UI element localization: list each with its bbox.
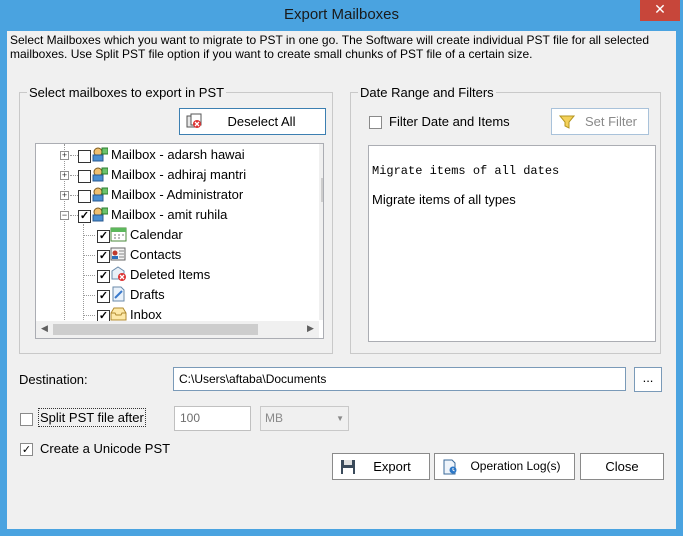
mailbox-icon [92, 207, 108, 222]
tree-horizontal-scrollbar[interactable]: ◀ ▶ [36, 321, 319, 338]
window-close-button[interactable]: ✕ [640, 0, 680, 21]
save-icon [341, 460, 355, 474]
mailbox-icon [92, 187, 108, 202]
folder-checkbox-checked[interactable]: ✓ [97, 230, 110, 243]
log-icon [443, 459, 457, 475]
split-pst-label: Split PST file after [38, 408, 146, 427]
window-title: Export Mailboxes [283, 6, 400, 23]
mailbox-checkbox[interactable] [78, 190, 91, 203]
contacts-icon [110, 247, 126, 261]
filters-groupbox: Date Range and Filters Filter Date and I… [350, 85, 661, 354]
split-unit-value: MB [265, 411, 283, 425]
mailbox-checkbox[interactable] [78, 150, 91, 163]
funnel-icon [559, 115, 575, 129]
folder-checkbox-checked[interactable]: ✓ [97, 290, 110, 303]
calendar-icon [110, 227, 127, 242]
scroll-left-icon[interactable]: ◀ [36, 321, 53, 338]
mailboxes-groupbox: Select mailboxes to export in PST Desele… [19, 85, 333, 354]
tree-row-adhiraj-mantri[interactable]: + Mailbox - adhiraj mantri [36, 165, 319, 185]
split-unit-select[interactable]: MB ▼ [260, 406, 349, 431]
browse-button[interactable]: ... [634, 367, 662, 392]
split-pst-checkbox[interactable] [20, 413, 33, 426]
tree-vertical-scrollbar[interactable]: ▲ ▼ [319, 144, 323, 320]
deleted-items-icon [111, 266, 126, 281]
tree-row-label: Mailbox - Administrator [111, 187, 244, 202]
tree-row-calendar[interactable]: ✓ Calendar [36, 225, 319, 245]
tree-row-label: Calendar [130, 227, 183, 242]
instructions-text: Select Mailboxes which you want to migra… [10, 33, 649, 61]
filter-date-label: Filter Date and Items [389, 114, 510, 129]
mailbox-icon [92, 147, 108, 162]
mailbox-checkbox-checked[interactable]: ✓ [78, 210, 91, 223]
tree-row-label: Mailbox - adhiraj mantri [111, 167, 247, 182]
tree-row-drafts[interactable]: ✓ Drafts [36, 285, 319, 305]
close-button[interactable]: Close [580, 453, 664, 480]
destination-path-field[interactable]: C:\Users\aftaba\Documents [173, 367, 626, 391]
tree-row-administrator[interactable]: + Mailbox - Administrator [36, 185, 319, 205]
split-size-field[interactable]: 100 [174, 406, 251, 431]
export-label: Export [373, 459, 411, 474]
inbox-icon [110, 307, 127, 321]
chevron-down-icon: ▼ [336, 414, 344, 423]
tree-row-label: Drafts [130, 287, 165, 302]
scroll-thumb[interactable] [321, 178, 323, 202]
mailbox-checkbox[interactable] [78, 170, 91, 183]
unicode-pst-checkbox[interactable]: ✓ [20, 443, 33, 456]
export-button[interactable]: Export [332, 453, 430, 480]
tree-row-label: Mailbox - adarsh hawai [111, 147, 245, 162]
set-filter-button[interactable]: Set Filter [551, 108, 649, 135]
tree-guide-line [70, 175, 78, 176]
scroll-right-icon[interactable]: ▶ [302, 321, 319, 338]
title-bar[interactable]: Export Mailboxes ✕ [0, 0, 683, 31]
tree-row-label: Deleted Items [130, 267, 211, 282]
drafts-icon [112, 286, 125, 302]
tree-guide-line [70, 215, 78, 216]
deselect-icon [186, 113, 202, 128]
tree-row-deleted-items[interactable]: ✓ Deleted Items [36, 265, 319, 285]
tree-row-contacts[interactable]: ✓ Contacts [36, 245, 319, 265]
tree-guide-line [70, 195, 78, 196]
tree-guide-line [83, 275, 95, 276]
filters-legend: Date Range and Filters [358, 85, 496, 100]
tree-row-amit-ruhila[interactable]: − ✓ Mailbox - amit ruhila [36, 205, 319, 225]
folder-checkbox-checked[interactable]: ✓ [97, 250, 110, 263]
export-mailboxes-window: Export Mailboxes ✕ Select Mailboxes whic… [0, 0, 683, 536]
filter-summary-dates: Migrate items of all dates [372, 164, 560, 178]
destination-label: Destination: [19, 372, 88, 387]
tree-expander[interactable]: + [60, 191, 69, 200]
scroll-thumb[interactable] [53, 324, 258, 335]
deselect-all-button[interactable]: Deselect All [179, 108, 326, 135]
unicode-pst-label: Create a Unicode PST [40, 441, 171, 456]
scroll-down-icon[interactable]: ▼ [319, 303, 323, 320]
tree-expander[interactable]: + [60, 151, 69, 160]
mailboxes-legend: Select mailboxes to export in PST [27, 85, 227, 100]
operation-logs-button[interactable]: Operation Log(s) [434, 453, 575, 480]
deselect-all-label: Deselect All [227, 114, 296, 129]
tree-guide-line [83, 255, 95, 256]
mailbox-tree[interactable]: + Mailbox - adarsh hawai + Mailbox - adh… [35, 143, 324, 339]
folder-checkbox-checked[interactable]: ✓ [97, 270, 110, 283]
operation-logs-label: Operation Log(s) [470, 459, 561, 473]
tree-expander[interactable]: − [60, 211, 69, 220]
tree-guide-line [83, 295, 95, 296]
scroll-up-icon[interactable]: ▲ [319, 144, 323, 161]
tree-guide-line [70, 155, 78, 156]
tree-guide-line [83, 315, 95, 316]
tree-row-label: Mailbox - amit ruhila [111, 207, 228, 222]
filter-date-checkbox[interactable] [369, 116, 382, 129]
tree-row-label: Contacts [130, 247, 182, 262]
dialog-body: Select Mailboxes which you want to migra… [7, 31, 676, 529]
mailbox-icon [92, 167, 108, 182]
tree-row-adarsh-hawai[interactable]: + Mailbox - adarsh hawai [36, 145, 319, 165]
tree-guide-line [83, 235, 95, 236]
tree-expander[interactable]: + [60, 171, 69, 180]
filter-summary-types: Migrate items of all types [372, 192, 516, 207]
filter-summary-box: Migrate items of all dates Migrate items… [368, 145, 656, 342]
